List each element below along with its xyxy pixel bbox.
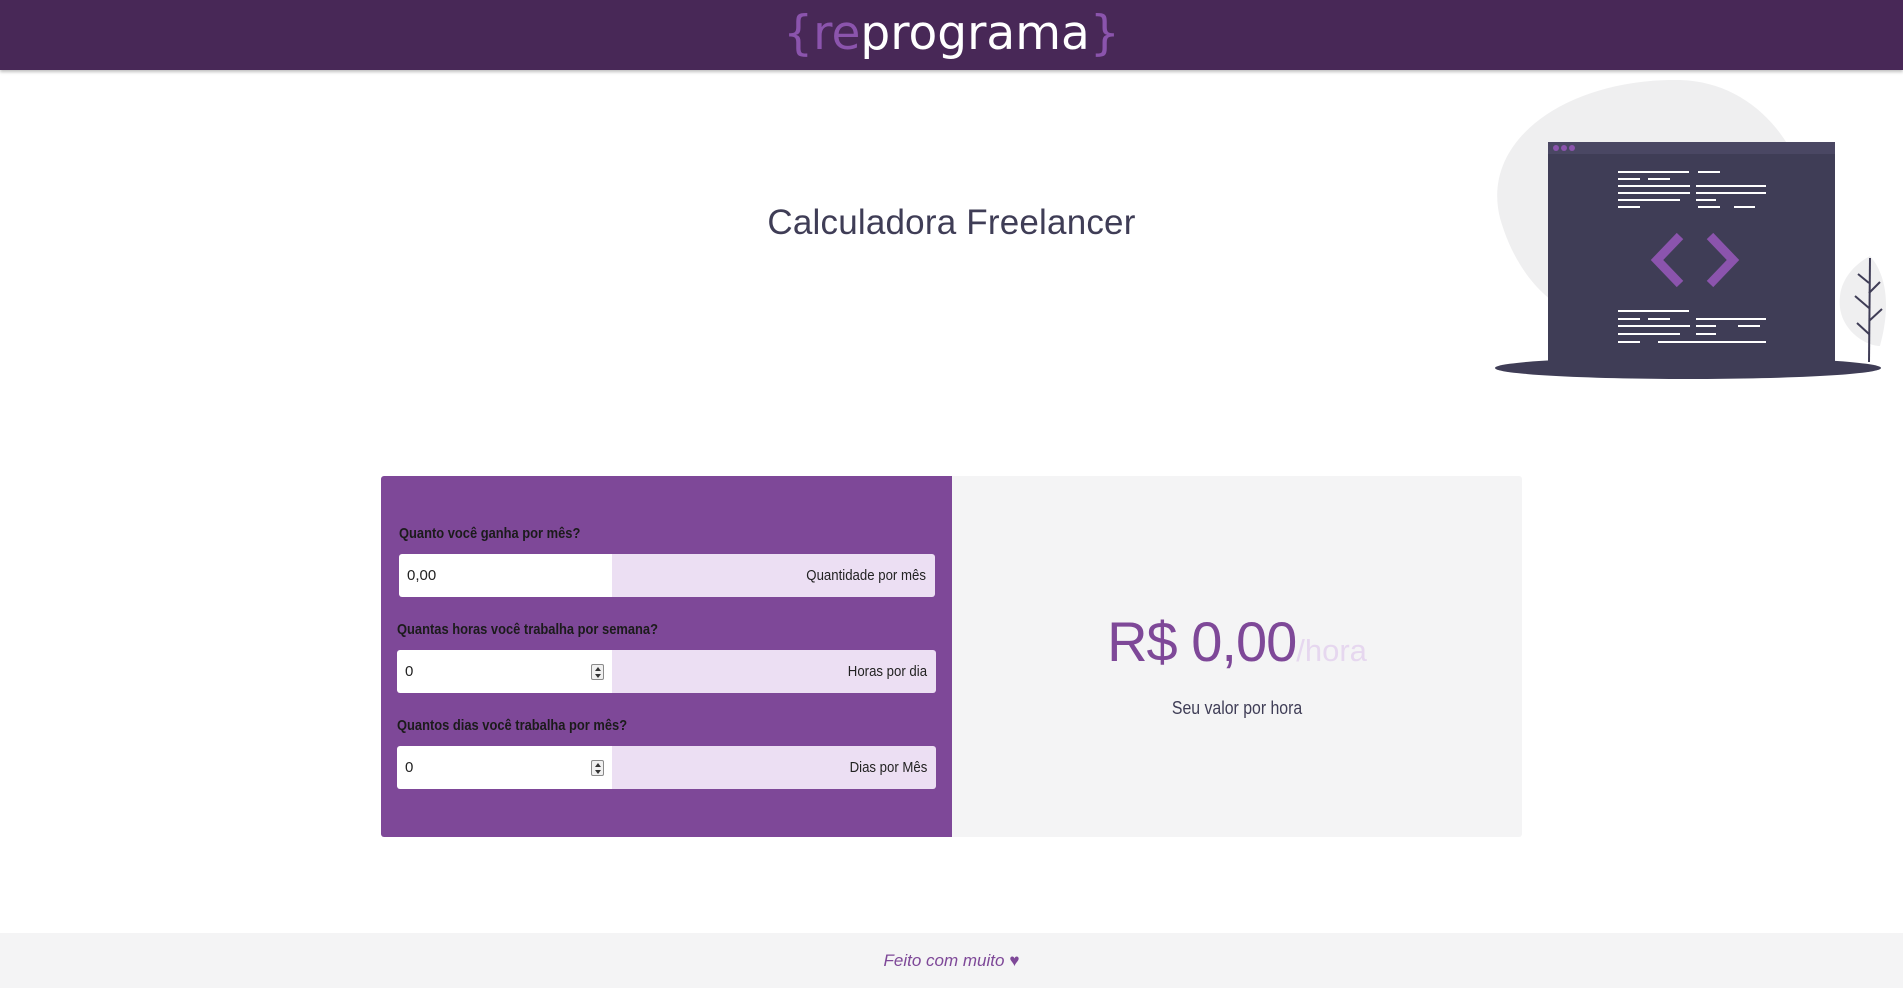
code-window-illustration-icon (1480, 78, 1900, 383)
monthly-days-field-wrapper (397, 746, 612, 789)
weekly-hours-suffix: Horas por dia (612, 650, 936, 693)
logo-programa: programa (860, 5, 1090, 61)
monthly-days-input[interactable] (405, 759, 575, 776)
spinner-up-icon[interactable] (594, 666, 601, 671)
reprograma-logo[interactable]: {reprograma} (783, 10, 1119, 57)
hourly-rate-display: R$ 0,00/hora (952, 609, 1522, 674)
footer-text: Feito com muito (883, 950, 1005, 970)
monthly-days-suffix: Dias por Mês (612, 746, 936, 789)
logo-brace-close: } (1089, 5, 1120, 61)
weekly-hours-row: Horas por dia (397, 650, 936, 693)
weekly-hours-input[interactable] (405, 663, 575, 680)
monthly-income-suffix-label: Quantidade por mês (806, 567, 926, 584)
spinner-icon[interactable] (591, 760, 604, 776)
monthly-days-suffix-label: Dias por Mês (849, 759, 927, 776)
monthly-income-label: Quanto você ganha por mês? (399, 525, 581, 542)
monthly-income-input[interactable] (407, 567, 577, 584)
spinner-up-icon[interactable] (594, 762, 601, 767)
monthly-days-label: Quantos dias você trabalha por mês? (397, 717, 628, 734)
logo-brace-open: { (783, 5, 814, 61)
hourly-rate-caption-text: Seu valor por hora (1171, 698, 1303, 718)
logo-re: re (813, 5, 861, 61)
weekly-hours-suffix-label: Horas por dia (847, 663, 927, 680)
calculator-card: Quanto você ganha por mês? Quantidade po… (381, 476, 1522, 837)
result-panel: R$ 0,00/hora Seu valor por hora (952, 476, 1522, 837)
calculator-form-panel: Quanto você ganha por mês? Quantidade po… (381, 476, 952, 837)
heart-icon: ♥ (1009, 950, 1020, 970)
monthly-income-field-wrapper (399, 554, 612, 597)
hourly-rate-caption: Seu valor por hora (952, 698, 1522, 719)
spinner-down-icon[interactable] (594, 769, 601, 774)
hourly-rate-unit: /hora (1296, 633, 1367, 668)
spinner-icon[interactable] (591, 664, 604, 680)
weekly-hours-label: Quantas horas você trabalha por semana? (397, 621, 658, 638)
spinner-down-icon[interactable] (594, 673, 601, 678)
top-header: {reprograma} (0, 0, 1903, 70)
monthly-days-row: Dias por Mês (397, 746, 936, 789)
footer: Feito com muito ♥ (0, 933, 1903, 988)
hourly-rate-amount: R$ 0,00 (1107, 610, 1297, 673)
weekly-hours-field-wrapper (397, 650, 612, 693)
monthly-income-suffix: Quantidade por mês (612, 554, 935, 597)
monthly-income-row: Quantidade por mês (399, 554, 935, 597)
